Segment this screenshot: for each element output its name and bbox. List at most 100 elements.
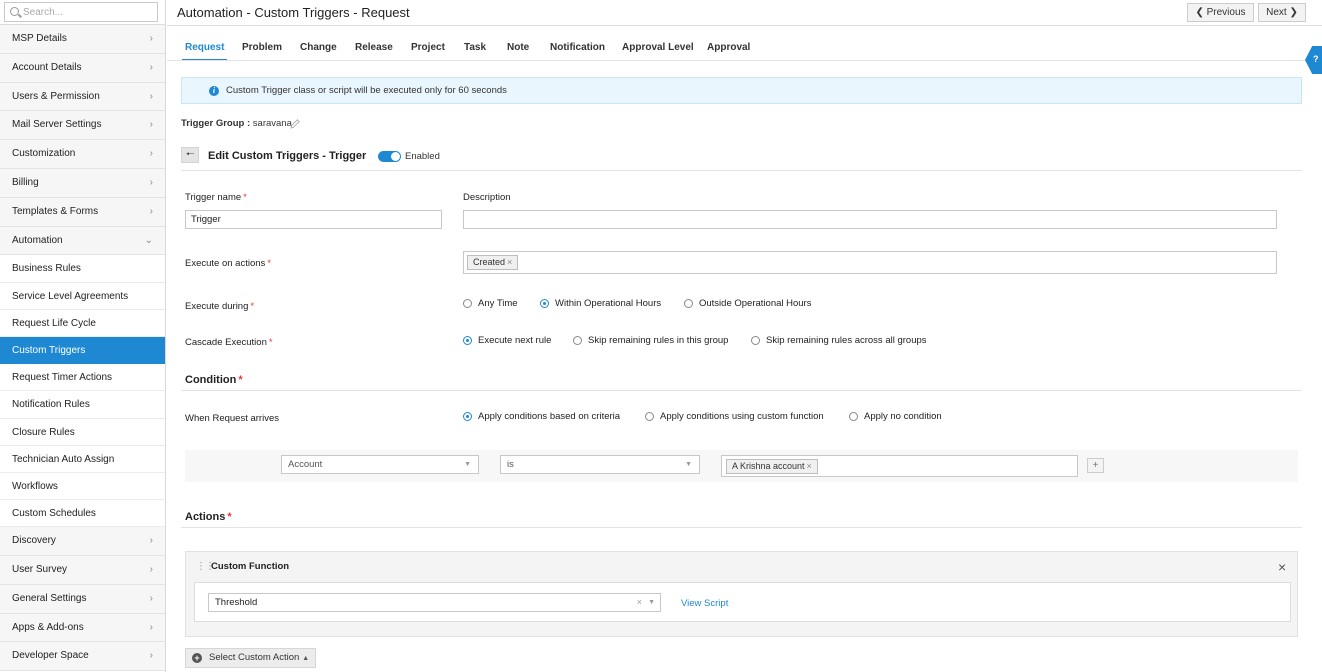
sidebar-item-label: Templates & Forms: [12, 205, 99, 217]
sidebar-item-customization[interactable]: Customization ›: [0, 140, 165, 169]
tab-note[interactable]: Note: [504, 38, 532, 61]
sidebar-subitem-workflows[interactable]: Workflows: [0, 472, 165, 501]
sidebar-item-msp-details[interactable]: MSP Details ›: [0, 25, 165, 54]
sidebar-item-users-permission[interactable]: Users & Permission ›: [0, 82, 165, 112]
next-button[interactable]: Next ❯: [1258, 3, 1306, 22]
back-button[interactable]: 🠔: [181, 147, 199, 163]
condition-title: Condition *: [185, 374, 243, 386]
remove-chip-icon[interactable]: ×: [807, 461, 812, 471]
sidebar-subitem-custom-schedules[interactable]: Custom Schedules: [0, 500, 165, 528]
sidebar-subitem-business-rules[interactable]: Business Rules: [0, 255, 165, 283]
remove-chip-icon[interactable]: ×: [507, 257, 512, 267]
dropdown-caret-icon: ▼: [648, 599, 655, 606]
enabled-toggle[interactable]: [378, 151, 401, 162]
description-label: Description: [463, 192, 511, 203]
search-icon: [10, 7, 19, 16]
tab-problem[interactable]: Problem: [239, 38, 285, 61]
view-script-link[interactable]: View Script: [681, 598, 728, 609]
sidebar-item-automation[interactable]: Automation ⌄: [0, 226, 165, 256]
search-box[interactable]: [4, 2, 158, 22]
tab-release[interactable]: Release: [352, 38, 396, 61]
radio-within-operational-hours[interactable]: Within Operational Hours: [540, 298, 661, 309]
radio-button-selected: [540, 299, 549, 308]
radio-any-time[interactable]: Any Time: [463, 298, 518, 309]
sidebar-item-label: Developer Space: [12, 650, 89, 662]
tab-approval[interactable]: Approval: [704, 38, 753, 61]
criteria-field-select[interactable]: Account ▼: [281, 455, 479, 474]
sidebar-item-apps-addons[interactable]: Apps & Add-ons ›: [0, 613, 165, 643]
sidebar: MSP Details › Account Details › Users & Pe…: [0, 0, 166, 672]
sidebar-subitem-request-life-cycle[interactable]: Request Life Cycle: [0, 309, 165, 337]
enabled-label: Enabled: [405, 151, 440, 162]
required-marker: *: [227, 511, 232, 523]
execute-during-label-text: Execute during: [185, 301, 249, 312]
previous-button[interactable]: ❮ Previous: [1187, 3, 1254, 22]
criteria-value-chip: A Krishna account ×: [726, 459, 818, 474]
info-icon: i: [209, 86, 219, 96]
tab-change[interactable]: Change: [297, 38, 340, 61]
select-custom-action-button[interactable]: + Select Custom Action ▲: [185, 648, 316, 668]
help-tab[interactable]: ?: [1301, 46, 1322, 74]
chevron-right-icon: ›: [149, 205, 153, 217]
trigger-group-value: saravana: [252, 118, 292, 129]
tab-task[interactable]: Task: [461, 38, 489, 61]
required-marker: *: [267, 258, 271, 269]
tab-project[interactable]: Project: [408, 38, 448, 61]
dropdown-caret-icon: ▼: [685, 461, 692, 468]
execute-during-label: Execute during *: [185, 301, 254, 312]
tab-notification[interactable]: Notification: [547, 38, 608, 61]
condition-divider: [181, 390, 1302, 391]
chevron-right-icon: ›: [149, 61, 153, 73]
sidebar-item-user-survey[interactable]: User Survey ›: [0, 556, 165, 585]
tab-request[interactable]: Request: [182, 38, 228, 61]
radio-button: [573, 336, 582, 345]
sidebar-item-mail-server-settings[interactable]: Mail Server Settings ›: [0, 111, 165, 141]
sidebar-item-templates-forms[interactable]: Templates & Forms ›: [0, 197, 165, 227]
sidebar-item-account-details[interactable]: Account Details ›: [0, 53, 165, 83]
sidebar-item-developer-space[interactable]: Developer Space ›: [0, 642, 165, 672]
custom-function-title: Custom Function: [211, 561, 290, 572]
execute-on-label: Execute on actions *: [185, 258, 271, 269]
custom-function-body: Threshold × ▼ View Script: [194, 582, 1291, 622]
sidebar-subitem-custom-triggers[interactable]: Custom Triggers: [0, 336, 165, 365]
sidebar-item-general-settings[interactable]: General Settings ›: [0, 584, 165, 614]
trigger-name-input[interactable]: [185, 210, 442, 229]
add-criteria-button[interactable]: +: [1087, 458, 1104, 473]
close-icon[interactable]: ×: [1278, 559, 1286, 575]
criteria-operator-select[interactable]: is ▼: [500, 455, 700, 474]
clear-icon[interactable]: ×: [637, 594, 642, 611]
sidebar-subitem-request-timer-actions[interactable]: Request Timer Actions: [0, 364, 165, 392]
radio-label: Apply no condition: [864, 411, 942, 422]
chevron-right-icon: ›: [149, 90, 153, 102]
custom-function-select[interactable]: Threshold × ▼: [208, 593, 661, 612]
chevron-right-icon: ›: [149, 148, 153, 160]
sidebar-item-label: MSP Details: [12, 33, 67, 44]
chevron-right-icon: ›: [149, 621, 153, 633]
execute-on-actions-field[interactable]: Created ×: [463, 251, 1277, 274]
sidebar-subitem-closure-rules[interactable]: Closure Rules: [0, 418, 165, 446]
radio-no-condition[interactable]: Apply no condition: [849, 411, 942, 422]
criteria-value-field[interactable]: A Krishna account ×: [721, 455, 1078, 477]
radio-criteria-conditions[interactable]: Apply conditions based on criteria: [463, 411, 620, 422]
radio-execute-next-rule[interactable]: Execute next rule: [463, 335, 551, 346]
arrow-left-icon: 🠔: [185, 149, 195, 160]
sidebar-subitem-technician-auto-assign[interactable]: Technician Auto Assign: [0, 445, 165, 473]
sidebar-item-discovery[interactable]: Discovery ›: [0, 527, 165, 557]
radio-outside-operational-hours[interactable]: Outside Operational Hours: [684, 298, 811, 309]
plus-icon: +: [1092, 460, 1099, 471]
search-input[interactable]: [23, 5, 153, 19]
radio-skip-all-groups[interactable]: Skip remaining rules across all groups: [751, 335, 927, 346]
module-tabs: Request Problem Change Release Project T…: [167, 38, 1322, 61]
sidebar-item-label: Automation: [12, 234, 63, 246]
sidebar-item-billing[interactable]: Billing ›: [0, 168, 165, 198]
radio-custom-function-conditions[interactable]: Apply conditions using custom function: [645, 411, 824, 422]
sidebar-subitem-notification-rules[interactable]: Notification Rules: [0, 391, 165, 419]
execute-on-label-text: Execute on actions: [185, 258, 266, 269]
radio-skip-group[interactable]: Skip remaining rules in this group: [573, 335, 728, 346]
description-input[interactable]: [463, 210, 1277, 229]
chevron-right-icon: ›: [149, 592, 153, 604]
pencil-icon[interactable]: [289, 118, 301, 130]
radio-label: Outside Operational Hours: [699, 298, 812, 309]
tab-approval-level[interactable]: Approval Level: [619, 38, 697, 61]
sidebar-subitem-service-level-agreements[interactable]: Service Level Agreements: [0, 282, 165, 310]
